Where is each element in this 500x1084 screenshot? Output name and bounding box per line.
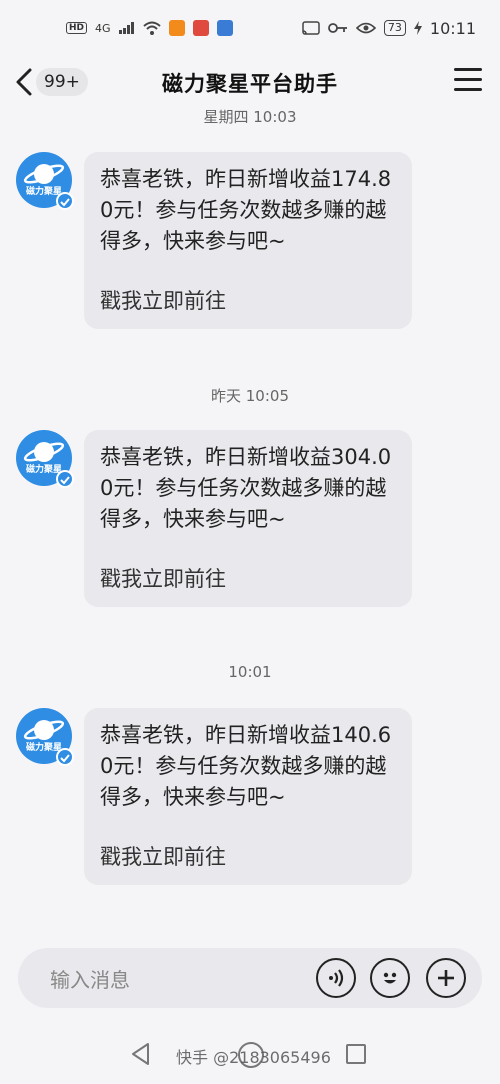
system-nav-bar: 快手 @2183065496: [0, 1030, 500, 1084]
avatar[interactable]: 磁力聚星: [16, 152, 74, 210]
status-bar: HD 4G 73 10:11: [0, 0, 500, 56]
message-timestamp: 昨天 10:05: [211, 387, 289, 405]
message-text: 恭喜老铁，昨日新增收益140.60元！参与任务次数越多赚的越得多，快来参与吧~: [100, 723, 392, 809]
app-notification-icon: [192, 20, 209, 36]
voice-icon: [329, 969, 344, 987]
app-notification-icon: [168, 20, 185, 36]
voice-button[interactable]: [316, 958, 356, 998]
emoji-icon: [383, 972, 397, 984]
status-right: 73 10:11: [302, 19, 476, 38]
network-label: 4G: [95, 21, 111, 35]
menu-icon-bar: [454, 68, 482, 71]
add-button[interactable]: [426, 958, 466, 998]
message-timestamp: 星期四 10:03: [203, 108, 297, 126]
triangle-back-icon: [132, 1043, 149, 1065]
message-text: 恭喜老铁，昨日新增收益174.80元！参与任务次数越多赚的越得多，快来参与吧~: [100, 167, 392, 253]
verified-badge-icon: [56, 192, 74, 210]
message-input[interactable]: 输入消息: [50, 964, 130, 993]
message-bubble[interactable]: 恭喜老铁，昨日新增收益140.60元！参与任务次数越多赚的越得多，快来参与吧~ …: [84, 708, 412, 885]
message-link[interactable]: 戳我立即前往: [100, 841, 396, 871]
avatar[interactable]: 磁力聚星: [16, 708, 74, 766]
hd-icon: HD: [66, 22, 88, 34]
message-bubble[interactable]: 恭喜老铁，昨日新增收益174.80元！参与任务次数越多赚的越得多，快来参与吧~ …: [84, 152, 412, 329]
message-input-bar: 输入消息: [18, 948, 482, 1008]
eye-icon: [355, 22, 376, 34]
cast-icon: [302, 21, 320, 35]
message-timestamp: 10:01: [228, 663, 272, 681]
verified-badge-icon: [56, 748, 74, 766]
message-link[interactable]: 戳我立即前往: [100, 285, 396, 315]
menu-button[interactable]: [454, 68, 482, 94]
menu-icon-bar: [454, 88, 482, 91]
charging-icon: [413, 21, 422, 35]
message-text: 恭喜老铁，昨日新增收益304.00元！参与任务次数越多赚的越得多，快来参与吧~: [100, 445, 392, 531]
menu-icon-bar: [454, 78, 482, 81]
page-title: 磁力聚星平台助手: [162, 72, 338, 96]
app-notification-icon: [216, 20, 233, 36]
message-link[interactable]: 戳我立即前往: [100, 563, 396, 593]
signal-icon: [118, 22, 135, 34]
plus-icon: [438, 970, 454, 986]
status-left: HD 4G: [66, 20, 233, 36]
emoji-button[interactable]: [370, 958, 410, 998]
nav-back-button[interactable]: [130, 1042, 152, 1070]
wifi-icon: [142, 21, 161, 35]
battery-level: 73: [383, 20, 406, 36]
key-icon: [327, 22, 348, 34]
clock: 10:11: [429, 18, 476, 38]
chat-header: 99+ 磁力聚星平台助手: [0, 56, 500, 108]
watermark: 快手 @2183065496: [176, 1048, 331, 1067]
verified-badge-icon: [56, 470, 74, 488]
avatar[interactable]: 磁力聚星: [16, 430, 74, 488]
nav-recents-button[interactable]: [346, 1044, 366, 1064]
message-bubble[interactable]: 恭喜老铁，昨日新增收益304.00元！参与任务次数越多赚的越得多，快来参与吧~ …: [84, 430, 412, 607]
